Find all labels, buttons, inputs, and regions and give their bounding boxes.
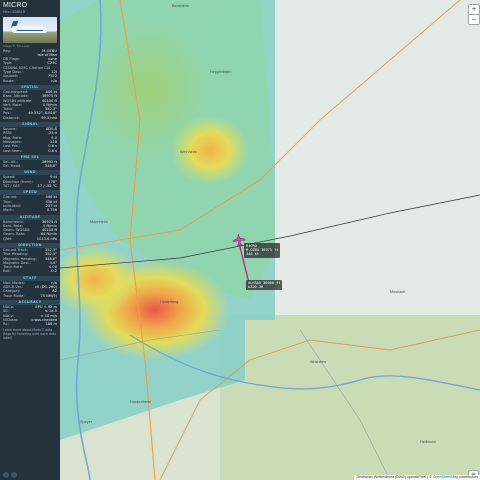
light-tile-area bbox=[275, 0, 480, 320]
field-value: 1013.6 hPa bbox=[36, 236, 57, 241]
field-label: QNH: bbox=[3, 236, 13, 241]
detail-row: Roll: -0.2 bbox=[0, 269, 60, 273]
place-label-2: Weinheim bbox=[180, 150, 197, 154]
sidebar-header: MICRO Hex: 424B18 bbox=[0, 0, 60, 15]
section-accuracy: ACCURACY NACp: EPU < 92 m SIL: ≤ 1e-5 NACv: < … bbox=[0, 299, 60, 327]
aircraft-label-tag[interactable]: MICRO M-OZBU 36975 ft 446 kt bbox=[244, 243, 281, 258]
hex-code: Hex: 424B18 bbox=[3, 10, 25, 14]
detail-row: TAT / SAT: -17 / -52 °C bbox=[0, 184, 60, 188]
share-icon[interactable] bbox=[3, 472, 9, 478]
section-spatial: SPATIAL Groundspeed: 446 kt Baro. Altitude:… bbox=[0, 84, 60, 120]
place-label-3: Mannheim bbox=[90, 220, 108, 224]
basic-info: Reg: M-OZBU Isle of Man DB Flags: none Type: C… bbox=[0, 49, 60, 83]
detail-row: QNH: 1013.6 hPa bbox=[0, 237, 60, 241]
place-label-5: Hockenheim bbox=[130, 400, 152, 404]
map-view[interactable]: MICRO M-OZBU 36975 ft 446 kt DLH3AX 3600… bbox=[60, 0, 480, 480]
detail-row: Track Mode: 75 NM(9) bbox=[0, 294, 60, 298]
section-altitude: ALTITUDE Barometric: 36975 ft Baro. Rate: 0 … bbox=[0, 214, 60, 241]
detail-row: Distance: 99.3 nmi bbox=[0, 116, 60, 120]
field-value: 0.6 s bbox=[48, 148, 57, 153]
callsign-title: MICRO bbox=[3, 2, 28, 9]
field-label: Roll: bbox=[3, 269, 11, 274]
place-label-8: Mosbach bbox=[390, 290, 406, 294]
detail-row: Sel. Head.: 348.8° bbox=[0, 164, 60, 168]
section-fms-sel: FMS SEL Sel. Alt.: 36992 ft Sel. Head.: 348.… bbox=[0, 154, 60, 169]
forest-area bbox=[220, 315, 480, 480]
field-value: n/a bbox=[51, 78, 57, 83]
attribution-prefix: Deutscher Wetterdienst (DWD) openAIP.net… bbox=[356, 475, 433, 479]
photo-stripe bbox=[17, 30, 43, 32]
field-value: 348.8° bbox=[44, 164, 57, 169]
field-label: Distance: bbox=[3, 115, 20, 120]
detail-row: Last Seen: 0.6 s bbox=[0, 149, 60, 153]
aircraft-photo[interactable] bbox=[3, 17, 57, 44]
field-label: TAT / SAT: bbox=[3, 184, 21, 189]
field-value: -0.2 bbox=[49, 269, 57, 274]
copy-icon[interactable] bbox=[11, 472, 17, 478]
field-label: Mach: bbox=[3, 208, 14, 213]
field-label: Sel. Head.: bbox=[3, 164, 23, 169]
map-canvas[interactable] bbox=[60, 0, 480, 480]
section-wind: WIND Speed: 9 kt Direction (from): 178° TAT /… bbox=[0, 170, 60, 188]
place-label-1: Heppenheim bbox=[210, 70, 232, 74]
place-label-6: Speyer bbox=[80, 420, 93, 424]
field-value: 75 NM(9) bbox=[40, 293, 57, 298]
field-label: Track Mode: bbox=[3, 293, 25, 298]
osm-link[interactable]: OpenStreetMap bbox=[433, 475, 458, 479]
place-label-0: Bensheim bbox=[172, 4, 189, 8]
section-speed: SPEED Ground: 446 kt True: 436 kt Indicated: 2… bbox=[0, 190, 60, 212]
map-attribution: Deutscher Wetterdienst (DWD) openAIP.net… bbox=[354, 475, 480, 480]
info-sidebar: MICRO Hex: 424B18 Image © Tim Laue Reg: M… bbox=[0, 0, 60, 480]
zoom-out-button[interactable]: − bbox=[468, 14, 480, 25]
place-label-4: Heidelberg bbox=[160, 300, 179, 304]
sidebar-bottom-icons bbox=[3, 472, 17, 478]
field-value: -17 / -52 °C bbox=[36, 184, 57, 189]
place-label-7: Sinsheim bbox=[310, 360, 326, 364]
field-value: 186 m bbox=[45, 322, 57, 327]
field-label: Reg: bbox=[3, 48, 12, 53]
basic-row: Route: n/a bbox=[0, 79, 60, 83]
field-label: Last Seen: bbox=[3, 148, 22, 153]
sidebar-footer-note[interactable]: Learn more about Mode S data (tags by ho… bbox=[0, 326, 60, 342]
field-value: 99.3 nmi bbox=[41, 115, 57, 120]
detail-sections: SPATIAL Groundspeed: 446 kt Baro. Altitude:… bbox=[0, 84, 60, 327]
secondary-aircraft-tag[interactable]: DLH3AX 36000 ft A320 36 bbox=[246, 280, 283, 291]
section-signal: SIGNAL Source: ADS-B RSSI: -23.0 Msg. Rate: 5.… bbox=[0, 122, 60, 153]
section-direction: DIRECTION Ground Track: 352.3° True Heading… bbox=[0, 242, 60, 274]
place-label-9: Heilbronn bbox=[420, 440, 437, 444]
attribution-suffix: contributors bbox=[458, 475, 478, 479]
section-stuff: STUFF Nav. Modes: n/a ADS-B Ver.: v0 (DO-260… bbox=[0, 275, 60, 298]
detail-row: Mach: 0.756 bbox=[0, 208, 60, 212]
field-value: 0.756 bbox=[46, 208, 57, 213]
field-label: Route: bbox=[3, 78, 15, 83]
field-label: Rc: bbox=[3, 322, 9, 327]
